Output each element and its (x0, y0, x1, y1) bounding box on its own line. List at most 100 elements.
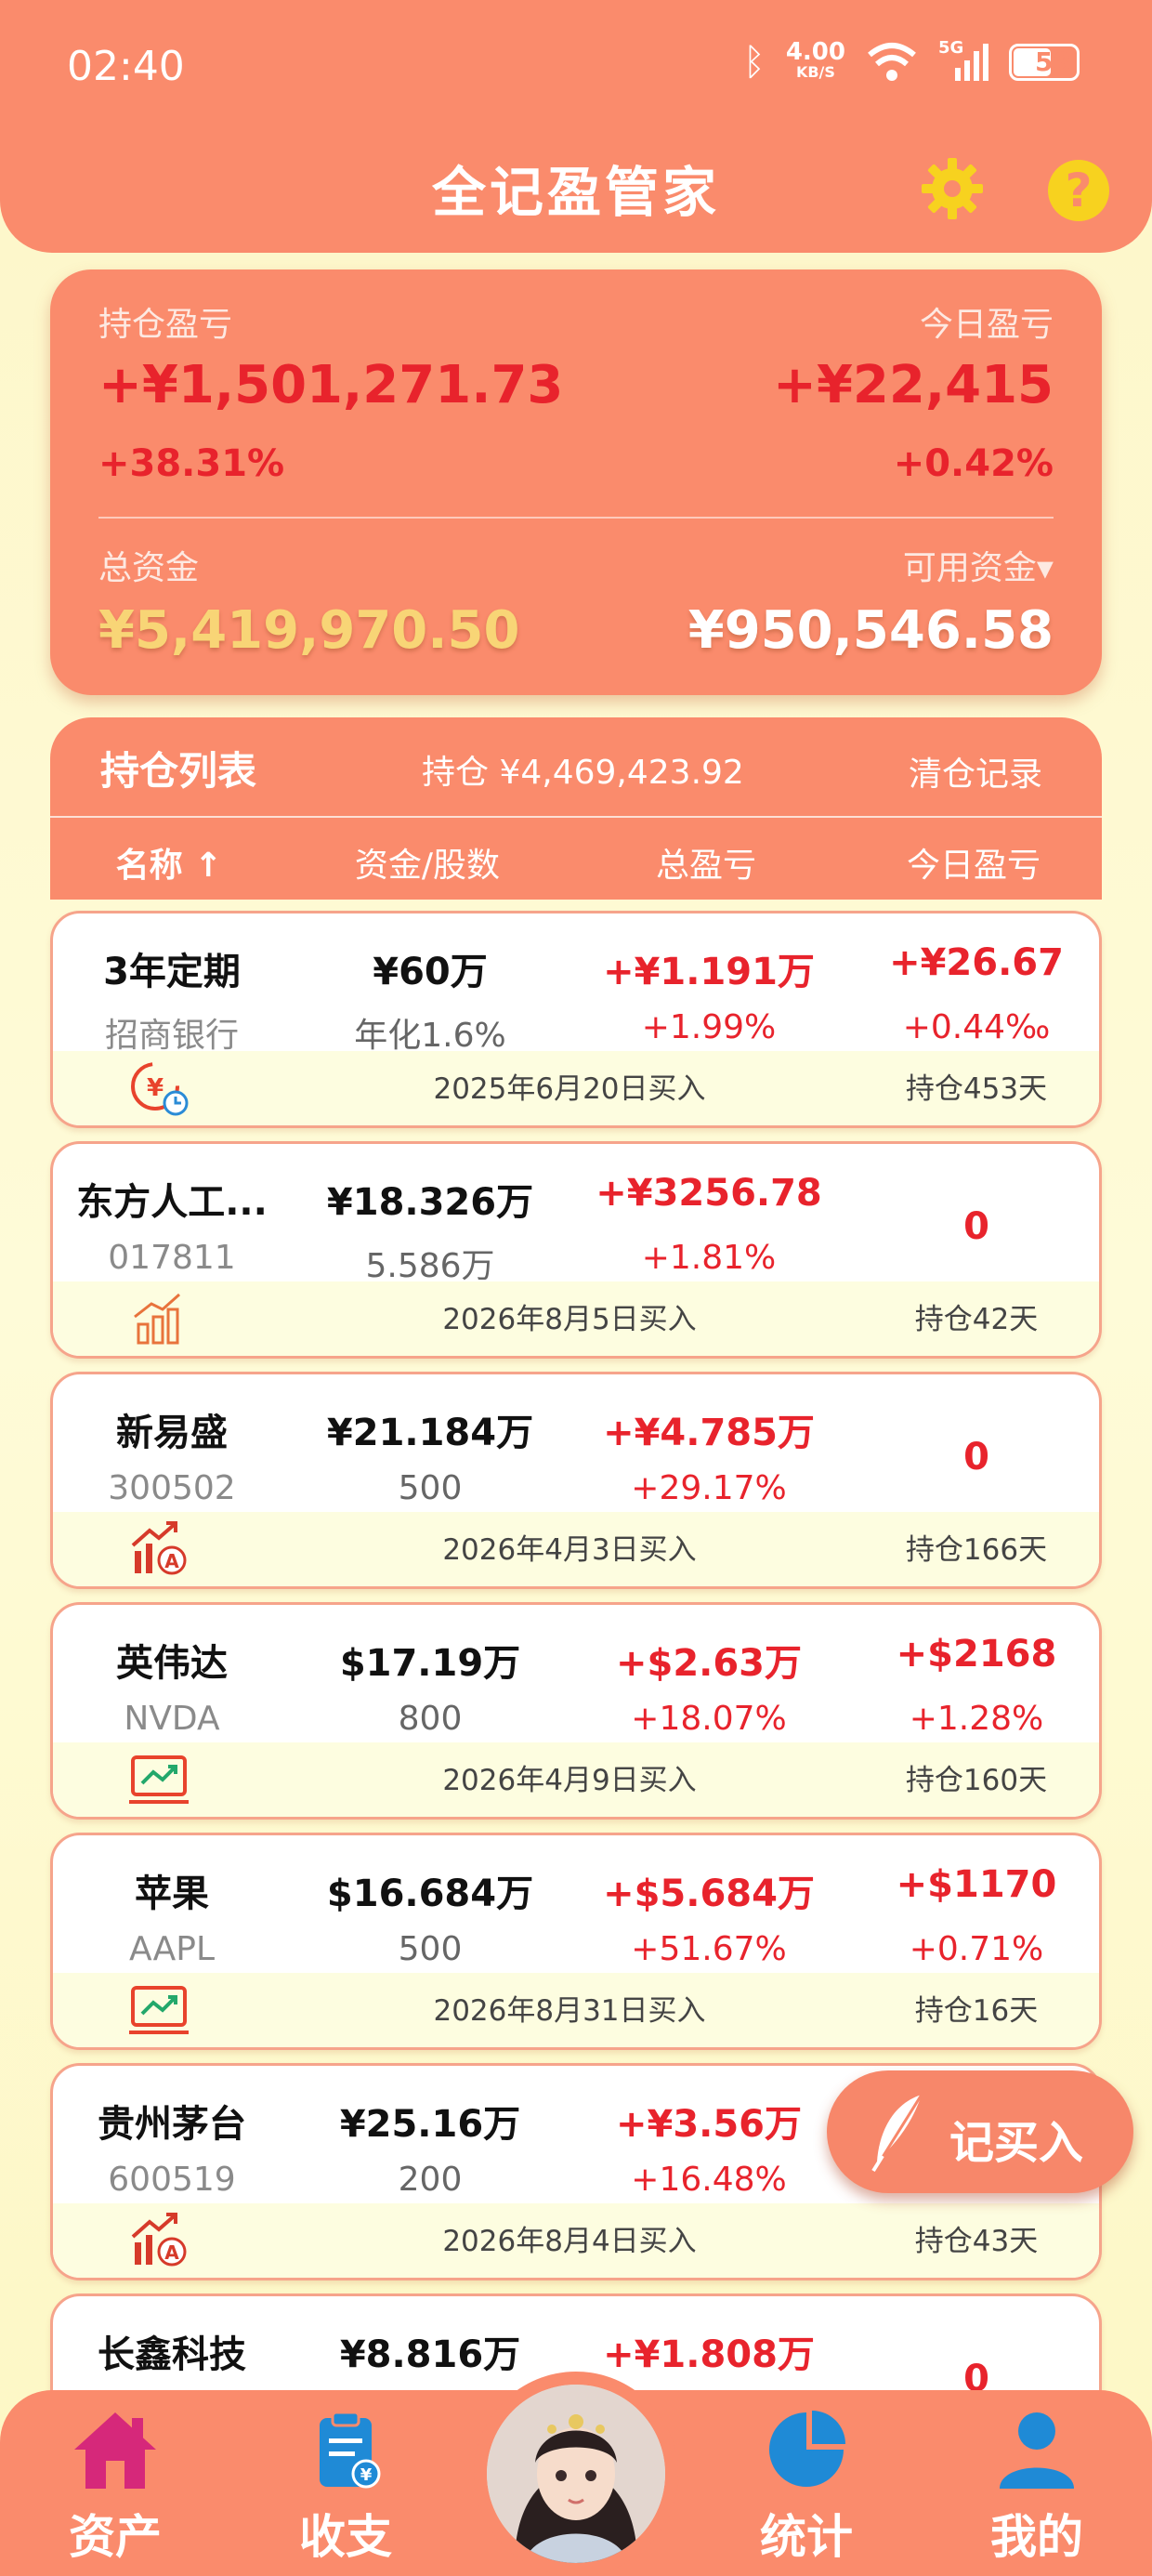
purchase-date: 2026年8月31日买入 (433, 1994, 706, 2028)
summary-divider (98, 517, 1054, 519)
holding-today-pnl-percent: +1.28% (909, 1700, 1044, 1738)
holdings-list-header: 持仓列表 持仓 ¥4,469,423.92 清仓记录 名称 ↑ 资金/股数 总盈… (50, 717, 1102, 900)
holding-name: 苹果 (135, 1873, 209, 1915)
available-funds-value: ¥950,546.58 (687, 600, 1054, 661)
bluetooth-icon: ᛒ (742, 41, 766, 84)
svg-text:A: A (164, 2241, 179, 2264)
holding-quantity: 年化1.6% (354, 1017, 506, 1055)
holding-days: 持仓43天 (914, 2225, 1039, 2258)
holding-code: AAPL (128, 1930, 216, 1968)
nav-mine[interactable]: 我的 (962, 2409, 1111, 2567)
help-icon[interactable]: ? (1048, 160, 1109, 221)
purchase-date: 2026年4月3日买入 (442, 1533, 697, 1567)
holding-card[interactable]: 东方人工... 017811 ¥18.326万 5.586万 +¥3256.78… (50, 1141, 1102, 1359)
nav-assets[interactable]: 资产 (41, 2409, 190, 2567)
settings-gear-icon[interactable] (920, 156, 985, 221)
svg-text:¥: ¥ (360, 2465, 373, 2485)
fund-bars-icon (134, 1293, 180, 1345)
record-buy-label: 记买入 (949, 2117, 1084, 2169)
available-funds-dropdown[interactable]: 可用资金▾ (903, 541, 1054, 589)
holding-total-pnl: +¥1.808万 (603, 2333, 815, 2376)
nav-stats[interactable]: 统计 (732, 2409, 881, 2567)
holding-pnl-value: +¥1,501,271.73 (98, 355, 564, 415)
holding-today-pnl-percent: +0.71% (909, 1930, 1044, 1968)
holding-today-pnl: +$2168 (896, 1633, 1057, 1676)
svg-text:A: A (164, 1550, 179, 1572)
today-pnl-label: 今日盈亏 (919, 306, 1054, 344)
header-divider (50, 816, 1102, 818)
feather-pen-icon (871, 2094, 923, 2173)
us-stock-icon (129, 1986, 189, 2034)
nav-assets-label: 资产 (69, 2510, 162, 2564)
holding-quantity: 200 (398, 2161, 463, 2199)
holding-card[interactable]: 新易盛 300502 ¥21.184万 500 +¥4.785万 +29.17%… (50, 1372, 1102, 1589)
today-pnl-percent: +0.42% (893, 442, 1054, 485)
column-today-pnl[interactable]: 今日盈亏 (845, 838, 1102, 887)
holding-total-pnl-percent: +51.67% (631, 1930, 787, 1968)
holding-code: 600519 (108, 2161, 236, 2199)
holding-today-pnl-percent: +0.44‰ (902, 1008, 1051, 1046)
nav-mine-label: 我的 (990, 2510, 1083, 2564)
holding-amount: ¥25.16万 (339, 2103, 521, 2146)
holding-total-pnl-percent: +1.99% (641, 1008, 777, 1046)
holding-code: 300502 (108, 1469, 236, 1507)
holding-days: 持仓160天 (905, 1764, 1048, 1797)
holding-pnl-percent: +38.31% (98, 442, 285, 485)
holding-card[interactable]: 英伟达 NVDA $17.19万 800 +$2.63万 +18.07% +$2… (50, 1602, 1102, 1820)
holding-card[interactable]: 苹果 AAPL $16.684万 500 +$5.684万 +51.67% +$… (50, 1833, 1102, 2050)
clear-record-link[interactable]: 清仓记录 (909, 747, 1042, 795)
purchase-date: 2026年8月5日买入 (442, 1303, 697, 1336)
column-amount[interactable]: 资金/股数 (288, 838, 567, 887)
today-pnl-value: +¥22,415 (773, 355, 1054, 415)
column-total-pnl[interactable]: 总盈亏 (567, 838, 845, 887)
purchase-date: 2026年8月4日买入 (442, 2225, 697, 2258)
holding-pnl-label: 持仓盈亏 (98, 306, 233, 344)
holding-quantity: 800 (398, 1700, 463, 1738)
holding-amount: ¥21.184万 (326, 1412, 534, 1454)
deposit-clock-icon: ¥ (131, 1062, 189, 1116)
holding-total-pnl: +¥3.56万 (615, 2103, 803, 2146)
holding-today-pnl: +¥26.67 (889, 941, 1064, 984)
us-stock-icon (129, 1755, 189, 1804)
holding-name: 东方人工... (76, 1181, 268, 1224)
avatar (487, 2385, 665, 2563)
pie-chart-icon (769, 2411, 845, 2487)
user-profile-icon (1000, 2412, 1074, 2489)
status-time: 02:40 (67, 43, 185, 90)
nav-stats-label: 统计 (760, 2510, 853, 2564)
a-share-icon: A (131, 2213, 187, 2267)
app-header: 02:40 ᛒ 4.00 KB/S 5G 58 全记盈管家 ? (0, 0, 1152, 253)
holding-quantity: 500 (398, 1930, 463, 1968)
holding-card[interactable]: 3年定期 招商银行 ¥60万 年化1.6% +¥1.191万 +1.99% +¥… (50, 911, 1102, 1128)
center-avatar-button[interactable] (474, 2372, 678, 2576)
battery-icon: 58 (1009, 44, 1080, 81)
holding-quantity: 500 (398, 1469, 463, 1507)
holding-code: 017811 (108, 1239, 236, 1277)
holding-amount: ¥18.326万 (326, 1181, 534, 1224)
holding-amount: ¥8.816万 (339, 2333, 521, 2376)
holding-amount: $17.19万 (339, 1642, 521, 1685)
holding-name: 新易盛 (116, 1412, 228, 1454)
a-share-icon: A (131, 1521, 187, 1575)
cellular-signal-icon: 5G (938, 38, 988, 83)
total-assets-value: ¥5,419,970.50 (98, 600, 520, 661)
holding-total-pnl: +¥3256.78 (596, 1172, 822, 1215)
holding-days: 持仓16天 (914, 1994, 1039, 2028)
holding-total-pnl-percent: +1.81% (641, 1239, 777, 1277)
holding-name: 3年定期 (103, 951, 241, 993)
home-icon (74, 2412, 156, 2489)
clipboard-icon: ¥ (320, 2411, 381, 2489)
holding-total-pnl: +¥4.785万 (603, 1412, 815, 1454)
total-assets-label: 总资金 (98, 549, 200, 587)
record-buy-button[interactable]: 记买入 (827, 2070, 1133, 2193)
portfolio-summary-card: 持仓盈亏 今日盈亏 +¥1,501,271.73 +¥22,415 +38.31… (50, 269, 1102, 695)
holding-code: NVDA (124, 1700, 220, 1738)
holding-total-pnl: +$2.63万 (615, 1642, 803, 1685)
holding-total-pnl: +$5.684万 (603, 1873, 815, 1915)
column-name-sort[interactable]: 名称 ↑ (50, 838, 288, 887)
nav-ledger[interactable]: ¥ 收支 (271, 2409, 420, 2567)
holding-total-pnl-percent: +29.17% (631, 1469, 787, 1507)
holding-days: 持仓166天 (905, 1533, 1048, 1567)
holding-quantity: 5.586万 (365, 1247, 495, 1285)
holding-name: 长鑫科技 (98, 2333, 246, 2376)
